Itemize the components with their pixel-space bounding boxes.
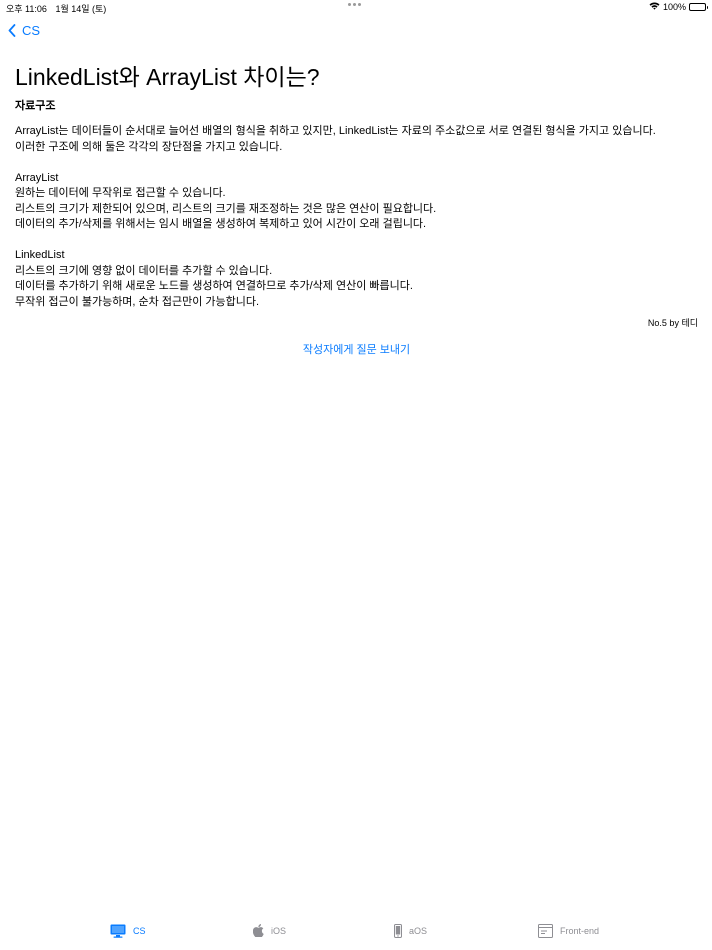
section-line: 무작위 접근이 불가능하며, 순차 접근만이 가능합니다.: [15, 295, 260, 308]
status-bar: 오후 11:06 1월 14일 (토) 100%: [0, 0, 712, 14]
article-title: LinkedList와 ArrayList 차이는?: [15, 64, 320, 90]
linkedlist-section: LinkedList 리스트의 크기에 영향 없이 데이터를 추가할 수 있습니…: [15, 248, 698, 310]
tab-ios[interactable]: iOS: [253, 924, 286, 937]
article-body: ArrayList는 데이터들이 순서대로 늘어선 배열의 형식을 취하고 있지…: [15, 124, 698, 310]
monitor-icon: [110, 924, 126, 938]
back-button[interactable]: CS: [8, 23, 40, 38]
apple-icon: [253, 924, 264, 937]
tab-cs[interactable]: CS: [110, 924, 146, 938]
status-right: 100%: [649, 2, 708, 12]
section-heading: LinkedList: [15, 249, 65, 261]
tab-label: Front-end: [560, 926, 600, 936]
back-label: CS: [22, 23, 41, 38]
section-line: 리스트의 크기가 제한되어 있으며, 리스트의 크기를 재조정하는 것은 많은 …: [15, 202, 437, 215]
section-line: 원하는 데이터에 무작위로 접근할 수 있습니다.: [15, 187, 226, 199]
article-category: 자료구조: [15, 100, 56, 112]
tab-bar: CS iOS aOS Front-end: [0, 916, 712, 950]
phone-icon: [394, 924, 402, 938]
browser-icon: [538, 924, 553, 938]
wifi-icon: [649, 2, 660, 12]
status-left: 오후 11:06 1월 14일 (토): [6, 2, 112, 15]
intro-line: ArrayList는 데이터들이 순서대로 늘어선 배열의 형식을 취하고 있지…: [15, 125, 656, 137]
tab-front-end[interactable]: Front-end: [538, 924, 599, 938]
section-heading: ArrayList: [15, 171, 59, 184]
tab-aos[interactable]: aOS: [394, 924, 427, 938]
section-line: 데이터의 추가/삭제를 위해서는 임시 배열을 생성하여 복제하고 있어 시간이…: [15, 218, 427, 230]
author-credit: No.5 by 테디: [647, 318, 698, 328]
battery-icon: [689, 3, 708, 11]
arraylist-section: ArrayList 원하는 데이터에 무작위로 접근할 수 있습니다. 리스트의…: [15, 171, 698, 233]
section-line: 데이터를 추가하기 위해 새로운 노드를 생성하여 연결하므로 추가/삭제 연산…: [15, 280, 413, 292]
ask-author-link[interactable]: 작성자에게 질문 보내기: [15, 341, 698, 357]
status-time: 오후 11:06: [6, 4, 47, 14]
article: LinkedList와 ArrayList 차이는? 자료구조 ArrayLis…: [15, 62, 698, 357]
tab-label: aOS: [409, 926, 428, 936]
chevron-left-icon: [8, 24, 16, 37]
status-date: 1월 14일 (토): [55, 4, 107, 14]
multitasking-dots-icon[interactable]: [348, 3, 361, 6]
battery-percent: 100%: [662, 2, 686, 12]
intro-line: 이러한 구조에 의해 둘은 각각의 장단점을 가지고 있습니다.: [15, 140, 283, 153]
tab-label: CS: [133, 926, 146, 936]
tab-label: iOS: [271, 925, 287, 936]
section-line: 리스트의 크기에 영향 없이 데이터를 추가할 수 있습니다.: [15, 264, 273, 277]
